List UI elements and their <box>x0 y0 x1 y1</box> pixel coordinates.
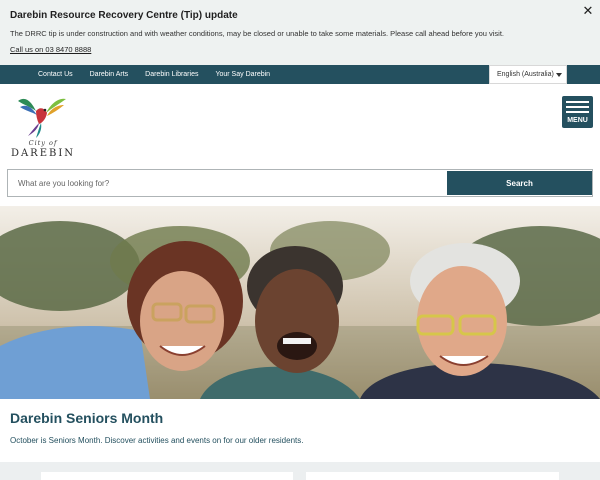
language-select[interactable]: English (Australia) <box>489 65 567 84</box>
alert-banner: Darebin Resource Recovery Centre (Tip) u… <box>0 0 600 65</box>
hero-image <box>0 206 600 399</box>
alert-text: The DRRC tip is under construction and w… <box>10 29 505 38</box>
alert-title: Darebin Resource Recovery Centre (Tip) u… <box>10 10 238 21</box>
language-value: English (Australia) <box>497 71 554 78</box>
logo-city-text: City of <box>28 139 58 147</box>
nav-link-your-say-darebin[interactable]: Your Say Darebin <box>215 71 270 78</box>
menu-label: MENU <box>567 117 588 124</box>
feature-title[interactable]: Darebin Seniors Month <box>10 410 163 426</box>
chevron-down-icon <box>556 73 562 77</box>
card[interactable] <box>41 472 293 480</box>
nav-link-darebin-libraries[interactable]: Darebin Libraries <box>145 71 198 78</box>
bird-icon <box>18 98 66 138</box>
nav-link-contact-us[interactable]: Contact Us <box>38 71 73 78</box>
search-button[interactable]: Search <box>447 171 592 195</box>
nav-link-darebin-arts[interactable]: Darebin Arts <box>90 71 129 78</box>
card[interactable] <box>306 472 559 480</box>
feature-description: October is Seniors Month. Discover activ… <box>10 436 304 445</box>
logo-name-text: DAREBIN <box>10 148 76 159</box>
search-bar: Search <box>7 169 593 197</box>
logo[interactable]: City of DAREBIN <box>6 93 80 161</box>
alert-phone-link[interactable]: Call us on 03 8470 8888 <box>10 45 91 54</box>
close-icon[interactable]: ✕ <box>580 3 596 19</box>
search-input[interactable] <box>18 170 438 196</box>
menu-button[interactable]: MENU <box>562 96 593 128</box>
